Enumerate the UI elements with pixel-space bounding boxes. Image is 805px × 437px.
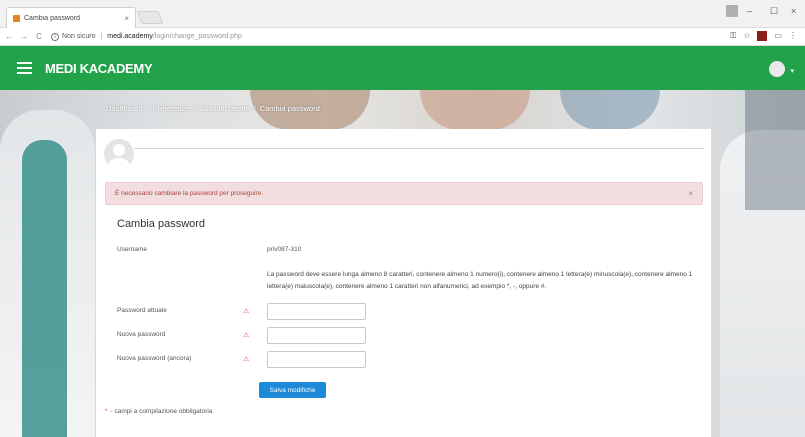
bookmark-star-icon[interactable]: ☆: [743, 31, 750, 41]
background-photo-figure: [420, 90, 530, 130]
required-icon: ⚠: [243, 332, 250, 339]
minimize-icon[interactable]: –: [747, 6, 752, 16]
new-password-label: Nuova password: [117, 331, 166, 338]
reload-icon[interactable]: C: [33, 32, 45, 41]
required-star: *: [105, 408, 108, 415]
background-photo-figure: [560, 90, 660, 130]
current-password-label: Password attuale: [117, 307, 167, 314]
background-photo-figure: [745, 90, 805, 210]
browser-tab-bar: Cambia password × – ☐ ×: [0, 0, 805, 28]
password-policy-hint: La password deve essere lunga almeno 8 c…: [267, 271, 693, 290]
alert-message: È necessario cambiare la password per pr…: [115, 190, 264, 197]
favicon-icon: [13, 14, 20, 22]
tab-close-icon[interactable]: ×: [124, 14, 129, 23]
extension-icon[interactable]: [757, 31, 768, 41]
profile-avatar: [104, 139, 134, 169]
confirm-password-label: Nuova password (ancora): [117, 355, 192, 362]
back-icon[interactable]: ←: [3, 32, 15, 41]
save-button[interactable]: Salva modifiche: [259, 382, 326, 398]
main-card: È necessario cambiare la password per pr…: [96, 129, 711, 437]
current-password-input[interactable]: [267, 303, 366, 320]
forward-icon[interactable]: →: [18, 32, 30, 41]
breadcrumb-separator: /: [253, 104, 256, 113]
toolbar-icons: ⚿ ☆ ▭ ⋮: [730, 31, 797, 41]
breadcrumb-item-preferences[interactable]: Preferenze: [153, 104, 190, 113]
breadcrumb: Dashboard / Preferenze / Account utente …: [106, 104, 320, 113]
url-separator: |: [100, 33, 103, 40]
required-fields-note: * - campi a compilazione obbligatoria: [105, 408, 212, 415]
breadcrumb-separator: /: [146, 104, 149, 113]
close-icon[interactable]: ×: [688, 189, 693, 198]
maximize-icon[interactable]: ☐: [770, 6, 778, 17]
page-title: Cambia password: [117, 218, 206, 230]
chevron-down-icon[interactable]: ▾: [790, 67, 794, 75]
url-input[interactable]: i Non sicuro | medi.academy /login/chang…: [51, 30, 751, 44]
tab-title: Cambia password: [24, 14, 81, 22]
url-path: /login/change_password.php: [152, 33, 242, 40]
required-note-text: - campi a compilazione obbligatoria: [110, 408, 213, 415]
profile-badge-icon[interactable]: [726, 5, 738, 17]
confirm-password-input[interactable]: [267, 351, 366, 368]
site-brand[interactable]: MEDI KACADEMY: [45, 61, 153, 76]
close-window-icon[interactable]: ×: [791, 6, 796, 16]
address-bar-row: ← → C i Non sicuro | medi.academy /login…: [0, 28, 805, 46]
cast-icon[interactable]: ▭: [774, 31, 782, 41]
security-label: Non sicuro: [62, 33, 96, 40]
hamburger-menu-icon[interactable]: [17, 62, 32, 74]
new-tab-button[interactable]: [136, 11, 164, 24]
browser-tab[interactable]: Cambia password ×: [6, 7, 136, 28]
breadcrumb-item-change-password: Cambia password: [259, 104, 320, 113]
user-avatar[interactable]: [769, 61, 785, 77]
key-icon[interactable]: ⚿: [730, 31, 736, 41]
username-value: priv087-310: [267, 246, 302, 253]
url-host: medi.academy: [107, 33, 153, 40]
breadcrumb-separator: /: [193, 104, 196, 113]
header-divider: [134, 148, 704, 149]
error-alert: È necessario cambiare la password per pr…: [105, 182, 703, 205]
browser-menu-icon[interactable]: ⋮: [789, 31, 797, 41]
background-photo-figure: [22, 140, 67, 437]
breadcrumb-item-account[interactable]: Account utente: [200, 104, 250, 113]
new-password-input[interactable]: [267, 327, 366, 344]
required-icon: ⚠: [243, 356, 250, 363]
info-icon[interactable]: i: [51, 32, 59, 41]
breadcrumb-item-dashboard[interactable]: Dashboard: [106, 104, 143, 113]
required-icon: ⚠: [243, 308, 250, 315]
username-label: Username: [117, 246, 147, 253]
site-header: MEDI KACADEMY ▾: [0, 46, 805, 90]
